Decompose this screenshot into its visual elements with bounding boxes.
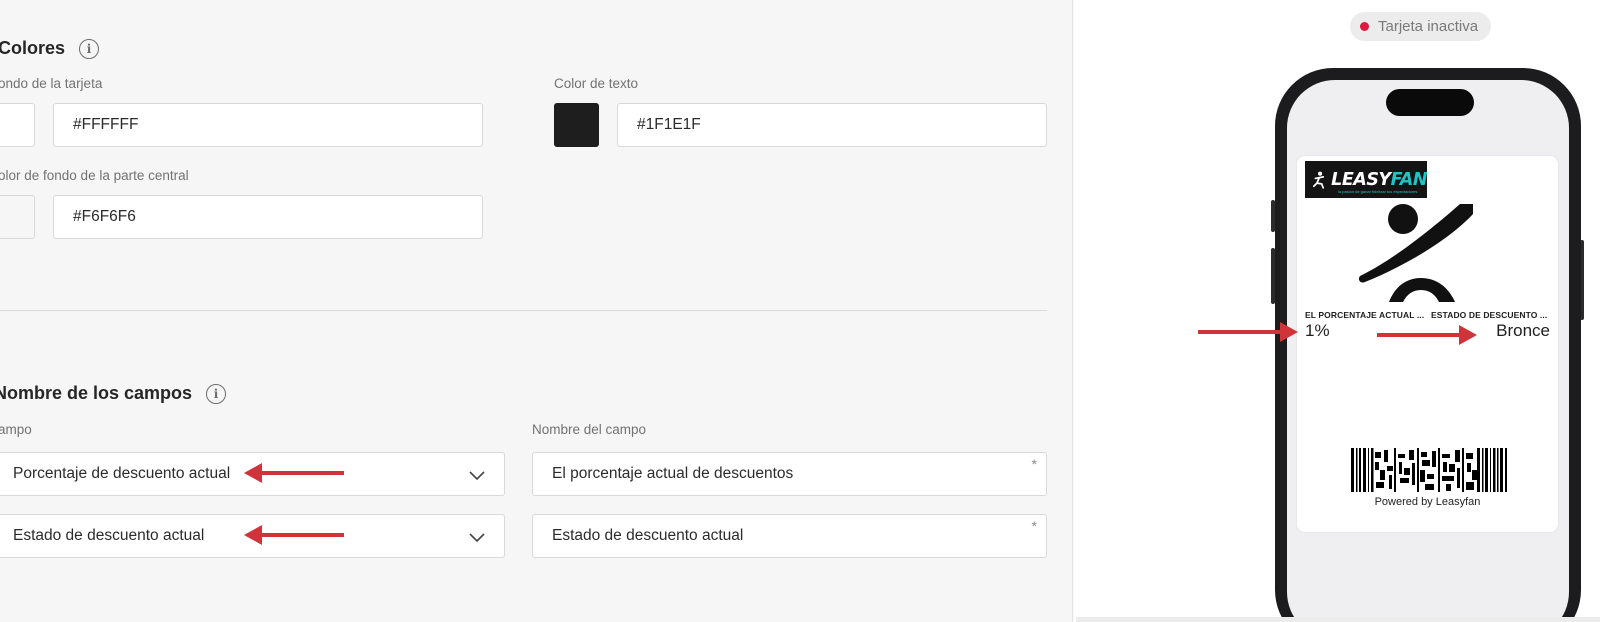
barcode-icon (1351, 448, 1507, 492)
status-dot-icon (1360, 22, 1369, 31)
card-background-input[interactable]: #FFFFFF (53, 103, 483, 147)
chevron-down-icon (469, 471, 485, 481)
dynamic-island (1386, 89, 1474, 116)
pass-field-value-2: Bronce (1496, 321, 1550, 340)
pass-field-value-1: 1% (1305, 321, 1330, 340)
section-divider (0, 310, 1047, 311)
pass-field-label-1: EL PORCENTAJE ACTUAL ... (1305, 310, 1425, 320)
annotation-arrow-left (244, 525, 344, 545)
field-names-section-title: Nombre de los campos i (0, 383, 227, 404)
field-name-input-1[interactable]: El porcentaje actual de descuentos * (532, 452, 1047, 496)
info-icon[interactable]: i (206, 383, 227, 404)
field-name-column-label: Nombre del campo (532, 422, 647, 437)
field-name-input-2[interactable]: Estado de descuento actual * (532, 514, 1047, 558)
field-column-label: ampo (0, 422, 32, 437)
chevron-down-icon (469, 533, 485, 543)
preview-bottom-edge (1076, 617, 1600, 622)
leasyfan-logo: LEASYFAN la pasión de ganar fidelizar tu… (1305, 161, 1428, 198)
text-color-swatch[interactable] (554, 103, 599, 147)
brand-figure-icon (1358, 204, 1473, 302)
card-status-badge: Tarjeta inactiva (1350, 12, 1492, 41)
required-mark: * (1031, 456, 1037, 472)
text-color-label: Color de texto (554, 76, 639, 91)
pass-field-label-2: ESTADO DE DESCUENTO ... (1431, 310, 1548, 320)
colors-section-title: Colores i (0, 38, 100, 59)
card-background-label: ondo de la tarjeta (0, 76, 103, 91)
powered-by-text: Powered by Leasyfan (1374, 496, 1481, 508)
center-background-label: olor de fondo de la parte central (0, 168, 189, 183)
card-background-swatch[interactable] (0, 103, 35, 147)
annotation-arrow-right (1377, 325, 1477, 345)
card-designer-form: Colores i ondo de la tarjeta #FFFFFF Col… (0, 0, 1073, 622)
annotation-arrow-left (244, 463, 344, 483)
text-color-input[interactable]: #1F1E1F (617, 103, 1047, 147)
annotation-arrow-right (1198, 322, 1298, 342)
info-icon[interactable]: i (79, 38, 100, 59)
center-background-input[interactable]: #F6F6F6 (53, 195, 483, 239)
center-background-swatch[interactable] (0, 195, 35, 239)
runner-icon (1313, 171, 1325, 189)
required-mark: * (1031, 518, 1037, 534)
